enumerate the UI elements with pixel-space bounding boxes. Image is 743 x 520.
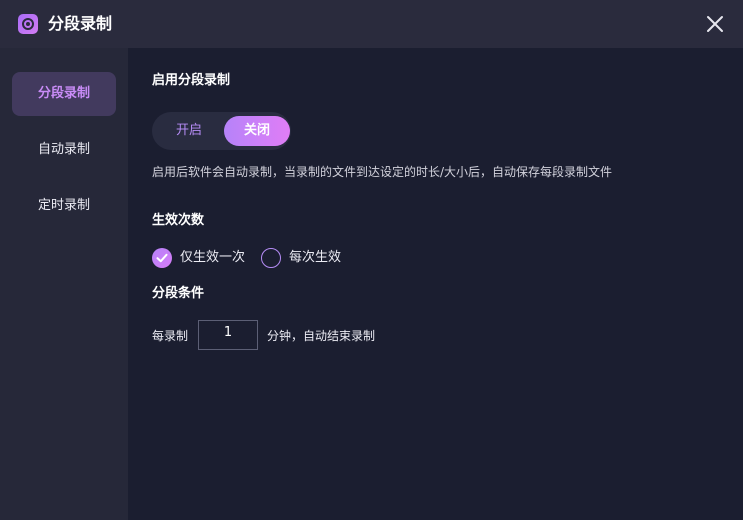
radio-once-label: 仅生效一次: [180, 250, 246, 265]
title-bar: 分段录制: [0, 0, 743, 48]
close-icon: [707, 16, 723, 32]
radio-once[interactable]: 仅生效一次: [152, 248, 245, 268]
main-content: 启用分段录制 开启 关闭 启用后软件会自动录制，当录制的文件到达设定的时长/大小…: [128, 48, 743, 520]
sidebar: 分段录制 自动录制 定时录制: [0, 48, 128, 520]
condition-prefix: 每录制: [152, 328, 189, 343]
enable-description: 启用后软件会自动录制，当录制的文件到达设定的时长/大小后，自动保存每段录制文件: [152, 165, 613, 179]
toggle-off-option[interactable]: 关闭: [224, 116, 290, 146]
sidebar-item-auto-record[interactable]: 自动录制: [12, 128, 116, 172]
sidebar-item-segment-record[interactable]: 分段录制: [12, 72, 116, 116]
minutes-input[interactable]: [198, 320, 259, 350]
condition-suffix: 分钟，自动结束录制: [267, 328, 376, 343]
radio-unchecked-icon: [261, 248, 281, 268]
settings-window: 分段录制 分段录制 自动录制 定时录制 启用分段录制 开启 关闭 启用后软件会自…: [0, 0, 743, 520]
sidebar-item-scheduled-record[interactable]: 定时录制: [12, 184, 116, 228]
effect-section-title: 生效次数: [152, 213, 205, 228]
radio-every-time-label: 每次生效: [289, 250, 342, 265]
close-button[interactable]: [701, 10, 729, 38]
radio-every-time[interactable]: 每次生效: [261, 248, 341, 268]
enable-section-title: 启用分段录制: [152, 73, 231, 88]
condition-section-title: 分段条件: [152, 286, 205, 301]
app-logo-icon: [18, 14, 38, 34]
window-title: 分段录制: [48, 14, 113, 33]
toggle-on-option[interactable]: 开启: [158, 116, 220, 146]
radio-checked-icon: [152, 248, 172, 268]
condition-row: 每录制 分钟，自动结束录制: [152, 320, 375, 350]
enable-toggle: 开启 关闭: [152, 112, 291, 150]
